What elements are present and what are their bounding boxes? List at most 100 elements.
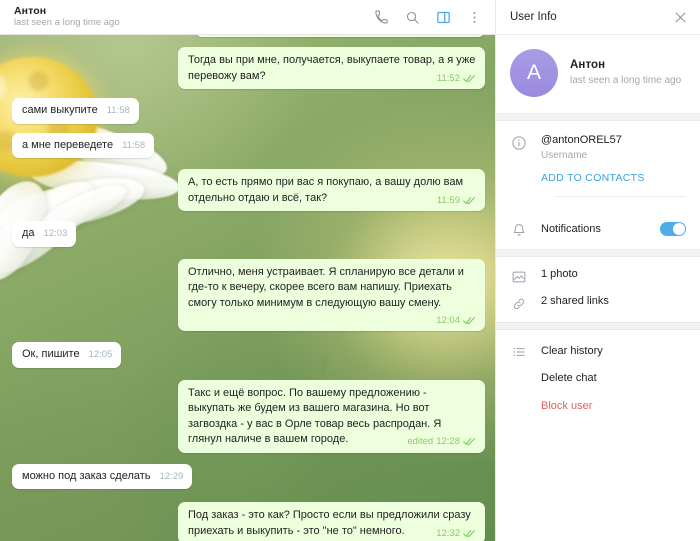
message-bubble-outgoing[interactable]: А, то есть прямо при вас я покупаю, а ва… — [178, 169, 485, 211]
delete-chat-row[interactable]: Delete chat — [510, 372, 686, 384]
message-row[interactable]: а мне переведете 11:58 — [12, 132, 485, 158]
user-info-panel: User Info A Антон last seen a long time … — [495, 0, 700, 541]
message-text: а мне переведете — [22, 138, 114, 151]
search-icon[interactable] — [404, 9, 421, 26]
notifications-label: Notifications — [541, 223, 601, 235]
message-bubble-outgoing[interactable]: Отлично, меня устраивает. Я спланирую вс… — [178, 258, 485, 331]
shared-photos-label[interactable]: 1 photo — [541, 267, 578, 282]
user-info-header: User Info — [496, 0, 700, 35]
message-row[interactable]: Тогда вы при мне, получается, выкупаете … — [12, 47, 485, 89]
block-user-label: Block user — [541, 400, 593, 412]
list-icon — [510, 343, 527, 360]
double-check-icon — [463, 316, 476, 325]
user-profile-names: Антон last seen a long time ago — [570, 58, 681, 88]
username-section: @antonOREL57 Username ADD TO CONTACTS — [496, 121, 700, 209]
message-time: 11:58 — [122, 139, 146, 151]
double-check-icon — [463, 196, 476, 205]
message-bubble-incoming[interactable]: да 12:03 — [12, 221, 77, 247]
add-to-contacts-button[interactable]: ADD TO CONTACTS — [541, 172, 686, 184]
message-time: 12:04 — [436, 315, 460, 326]
section-divider — [496, 249, 700, 257]
user-last-seen: last seen a long time ago — [570, 75, 682, 86]
message-text: можно под заказ сделать — [22, 469, 151, 482]
message-meta: 11:59 — [437, 195, 476, 206]
chat-contact-name: Антон — [14, 5, 47, 17]
bell-icon — [510, 221, 527, 238]
avatar[interactable]: A — [510, 49, 558, 97]
message-list[interactable]: 11:51 Тогда вы при мне, получается, выку… — [0, 35, 495, 541]
message-bubble-incoming[interactable]: сами выкупите 11:58 — [12, 98, 139, 124]
message-row[interactable]: 11:51 — [12, 35, 485, 37]
info-circle-icon — [510, 134, 527, 151]
notifications-row[interactable]: Notifications — [496, 209, 700, 249]
username-value[interactable]: @antonOREL57 — [541, 133, 686, 148]
double-check-icon — [463, 529, 476, 538]
message-text: сами выкупите — [22, 104, 98, 116]
message-row[interactable]: да 12:03 — [12, 221, 485, 247]
username-text-block: @antonOREL57 Username ADD TO CONTACTS — [541, 133, 686, 184]
telegram-window: Антон last seen a long time ago Тогда вы… — [0, 0, 700, 541]
message-meta: 11:52 — [437, 73, 476, 84]
divider — [555, 196, 686, 197]
message-bubble-outgoing[interactable]: Под заказ - это как? Просто если вы пред… — [178, 502, 485, 541]
message-row[interactable]: Ок, пишите 12:05 — [12, 342, 485, 368]
message-text: Отлично, меня устраивает. Я спланирую вс… — [188, 265, 467, 309]
chat-actions-section: Clear history Delete chat Block user — [496, 330, 700, 424]
double-check-icon — [463, 74, 476, 83]
message-bubble-incoming[interactable]: Ок, пишите 12:05 — [12, 342, 122, 368]
message-row[interactable]: можно под заказ сделать 12:29 — [12, 463, 485, 489]
message-meta: 12:29 — [160, 471, 184, 482]
block-user-row[interactable]: Block user — [510, 400, 686, 412]
user-info-title: User Info — [510, 11, 557, 23]
message-time: 12:05 — [88, 349, 113, 360]
chat-title-block[interactable]: Антон last seen a long time ago — [14, 5, 373, 29]
message-time: 12:32 — [436, 527, 460, 539]
message-bubble-outgoing[interactable]: Такс и ещё вопрос. По вашему предложению… — [178, 379, 485, 453]
close-icon[interactable] — [672, 9, 688, 25]
message-time: 12:29 — [159, 470, 184, 482]
message-bubble-outgoing[interactable]: Тогда вы при мне, получается, выкупаете … — [178, 47, 485, 89]
message-meta: edited 12:28 — [407, 436, 476, 447]
message-bubble-incoming[interactable]: а мне переведете 11:58 — [12, 132, 155, 158]
username-row[interactable]: @antonOREL57 Username ADD TO CONTACTS — [510, 133, 686, 184]
section-divider — [496, 113, 700, 121]
info-panel-icon[interactable] — [435, 9, 452, 26]
message-edited-label: edited — [407, 436, 434, 447]
chat-header: Антон last seen a long time ago — [0, 0, 495, 35]
chat-pane: Антон last seen a long time ago Тогда вы… — [0, 0, 495, 541]
delete-chat-label: Delete chat — [541, 372, 597, 384]
message-row[interactable]: Под заказ - это как? Просто если вы пред… — [12, 502, 485, 541]
message-text: да — [22, 227, 35, 239]
more-vertical-icon[interactable] — [466, 9, 483, 26]
message-row[interactable]: Такс и ещё вопрос. По вашему предложению… — [12, 379, 485, 453]
message-text: Тогда вы при мне, получается, выкупаете … — [188, 54, 479, 82]
phone-icon[interactable] — [373, 9, 390, 26]
message-text: А, то есть прямо при вас я покупаю, а ва… — [188, 176, 467, 204]
message-meta: 11:58 — [107, 105, 130, 116]
message-text: Такс и ещё вопрос. По вашему предложению… — [188, 386, 445, 446]
message-row[interactable]: А, то есть прямо при вас я покупаю, а ва… — [12, 169, 485, 211]
message-time: 11:58 — [106, 105, 130, 116]
double-check-icon — [463, 437, 476, 446]
message-time: 11:52 — [436, 72, 460, 84]
message-row[interactable]: сами выкупите 11:58 — [12, 98, 485, 124]
username-label: Username — [541, 150, 588, 161]
message-bubble-incoming[interactable]: можно под заказ сделать 12:29 — [12, 463, 193, 489]
shared-links-label[interactable]: 2 shared links — [541, 294, 609, 309]
shared-media-section: 1 photo 2 shared links — [496, 257, 700, 322]
notifications-toggle[interactable] — [660, 222, 686, 236]
message-text: Ок, пишите — [22, 348, 80, 360]
chat-header-actions — [373, 9, 483, 26]
shared-links-row[interactable]: 2 shared links — [510, 294, 686, 312]
message-time: 12:28 — [436, 436, 460, 447]
user-profile-block[interactable]: A Антон last seen a long time ago — [496, 35, 700, 113]
message-bubble-outgoing[interactable]: 11:51 — [195, 35, 485, 37]
toggle-knob — [673, 223, 685, 235]
message-row[interactable]: Отлично, меня устраивает. Я спланирую вс… — [12, 258, 485, 331]
shared-photos-row[interactable]: 1 photo — [510, 267, 686, 285]
message-text: Под заказ - это как? Просто если вы пред… — [188, 509, 474, 537]
message-meta: 12:05 — [89, 349, 113, 360]
clear-history-row[interactable]: Clear history — [510, 342, 686, 360]
message-meta: 12:04 — [436, 315, 476, 326]
chat-contact-status: last seen a long time ago — [14, 17, 120, 28]
